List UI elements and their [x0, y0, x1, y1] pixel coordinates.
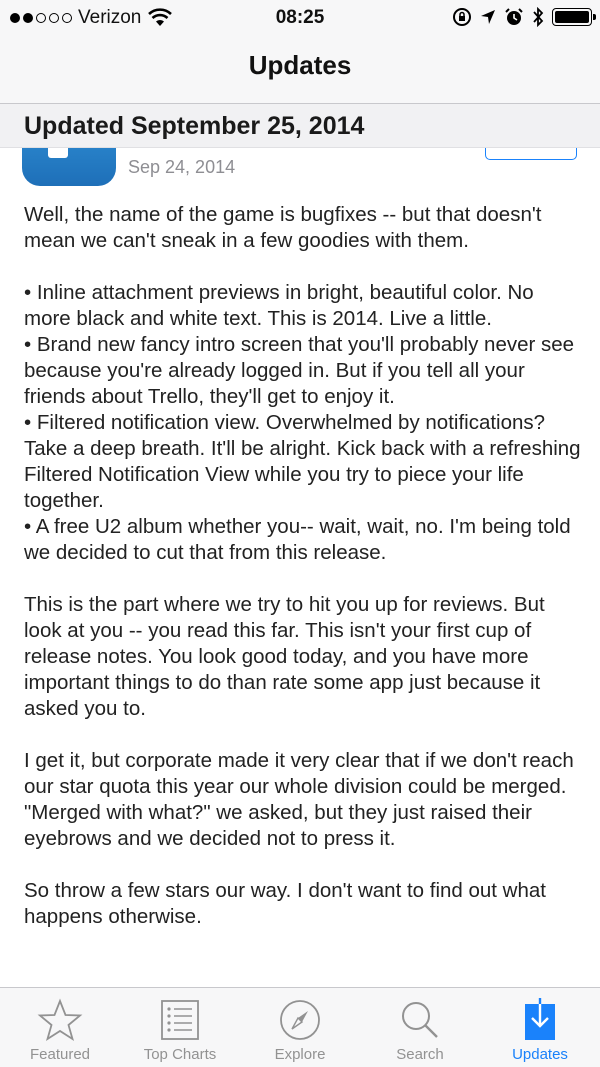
alarm-icon	[505, 8, 523, 25]
tab-top-charts[interactable]: Top Charts	[120, 988, 240, 1067]
section-header-title: Updated September 25, 2014	[24, 112, 365, 140]
release-notes-paragraph: So throw a few stars our way. I don't wa…	[24, 879, 546, 928]
star-icon	[37, 998, 83, 1042]
release-notes-intro: Well, the name of the game is bugfixes -…	[24, 203, 542, 252]
tab-featured[interactable]: Featured	[0, 988, 120, 1067]
release-note-bullet: • Brand new fancy intro screen that you'…	[24, 333, 575, 408]
download-icon	[525, 998, 555, 1040]
app-update-date: Sep 24, 2014	[128, 157, 236, 177]
tab-bar: Featured Top Charts Explore Search Updat…	[0, 987, 600, 1067]
section-header: Updated September 25, 2014	[0, 104, 600, 148]
search-icon	[402, 1002, 438, 1038]
tab-search[interactable]: Search	[360, 988, 480, 1067]
app-row[interactable]: Sep 24, 2014	[0, 148, 600, 188]
bluetooth-icon	[533, 7, 544, 27]
tab-label: Top Charts	[143, 1046, 217, 1063]
release-notes-paragraph: This is the part where we try to hit you…	[24, 593, 545, 720]
battery-icon	[552, 8, 596, 26]
rotation-lock-icon	[453, 8, 471, 26]
release-notes: Well, the name of the game is bugfixes -…	[24, 202, 584, 956]
tab-label: Featured	[29, 1046, 91, 1063]
location-arrow-icon	[481, 10, 495, 24]
release-note-bullet: • Inline attachment previews in bright, …	[24, 281, 534, 330]
tab-updates[interactable]: Updates	[480, 988, 600, 1067]
release-note-bullet: • A free U2 album whether you-- wait, wa…	[24, 515, 571, 564]
release-note-bullet: • Filtered notification view. Overwhelme…	[24, 411, 581, 512]
status-bar: Verizon 08:25	[0, 0, 600, 38]
release-notes-list: • Inline attachment previews in bright, …	[24, 280, 584, 566]
trello-app-icon[interactable]	[22, 148, 116, 186]
compass-icon	[280, 1000, 320, 1040]
tab-label: Search	[396, 1046, 444, 1063]
page-title: Updates	[248, 50, 352, 80]
list-icon	[161, 1000, 199, 1040]
release-notes-paragraph: I get it, but corporate made it very cle…	[24, 749, 574, 850]
tab-label: Updates	[512, 1046, 568, 1063]
tab-label: Explore	[274, 1046, 326, 1063]
open-button[interactable]	[485, 148, 577, 160]
tab-explore[interactable]: Explore	[240, 988, 360, 1067]
top-bar: Verizon 08:25 Updates	[0, 0, 600, 104]
